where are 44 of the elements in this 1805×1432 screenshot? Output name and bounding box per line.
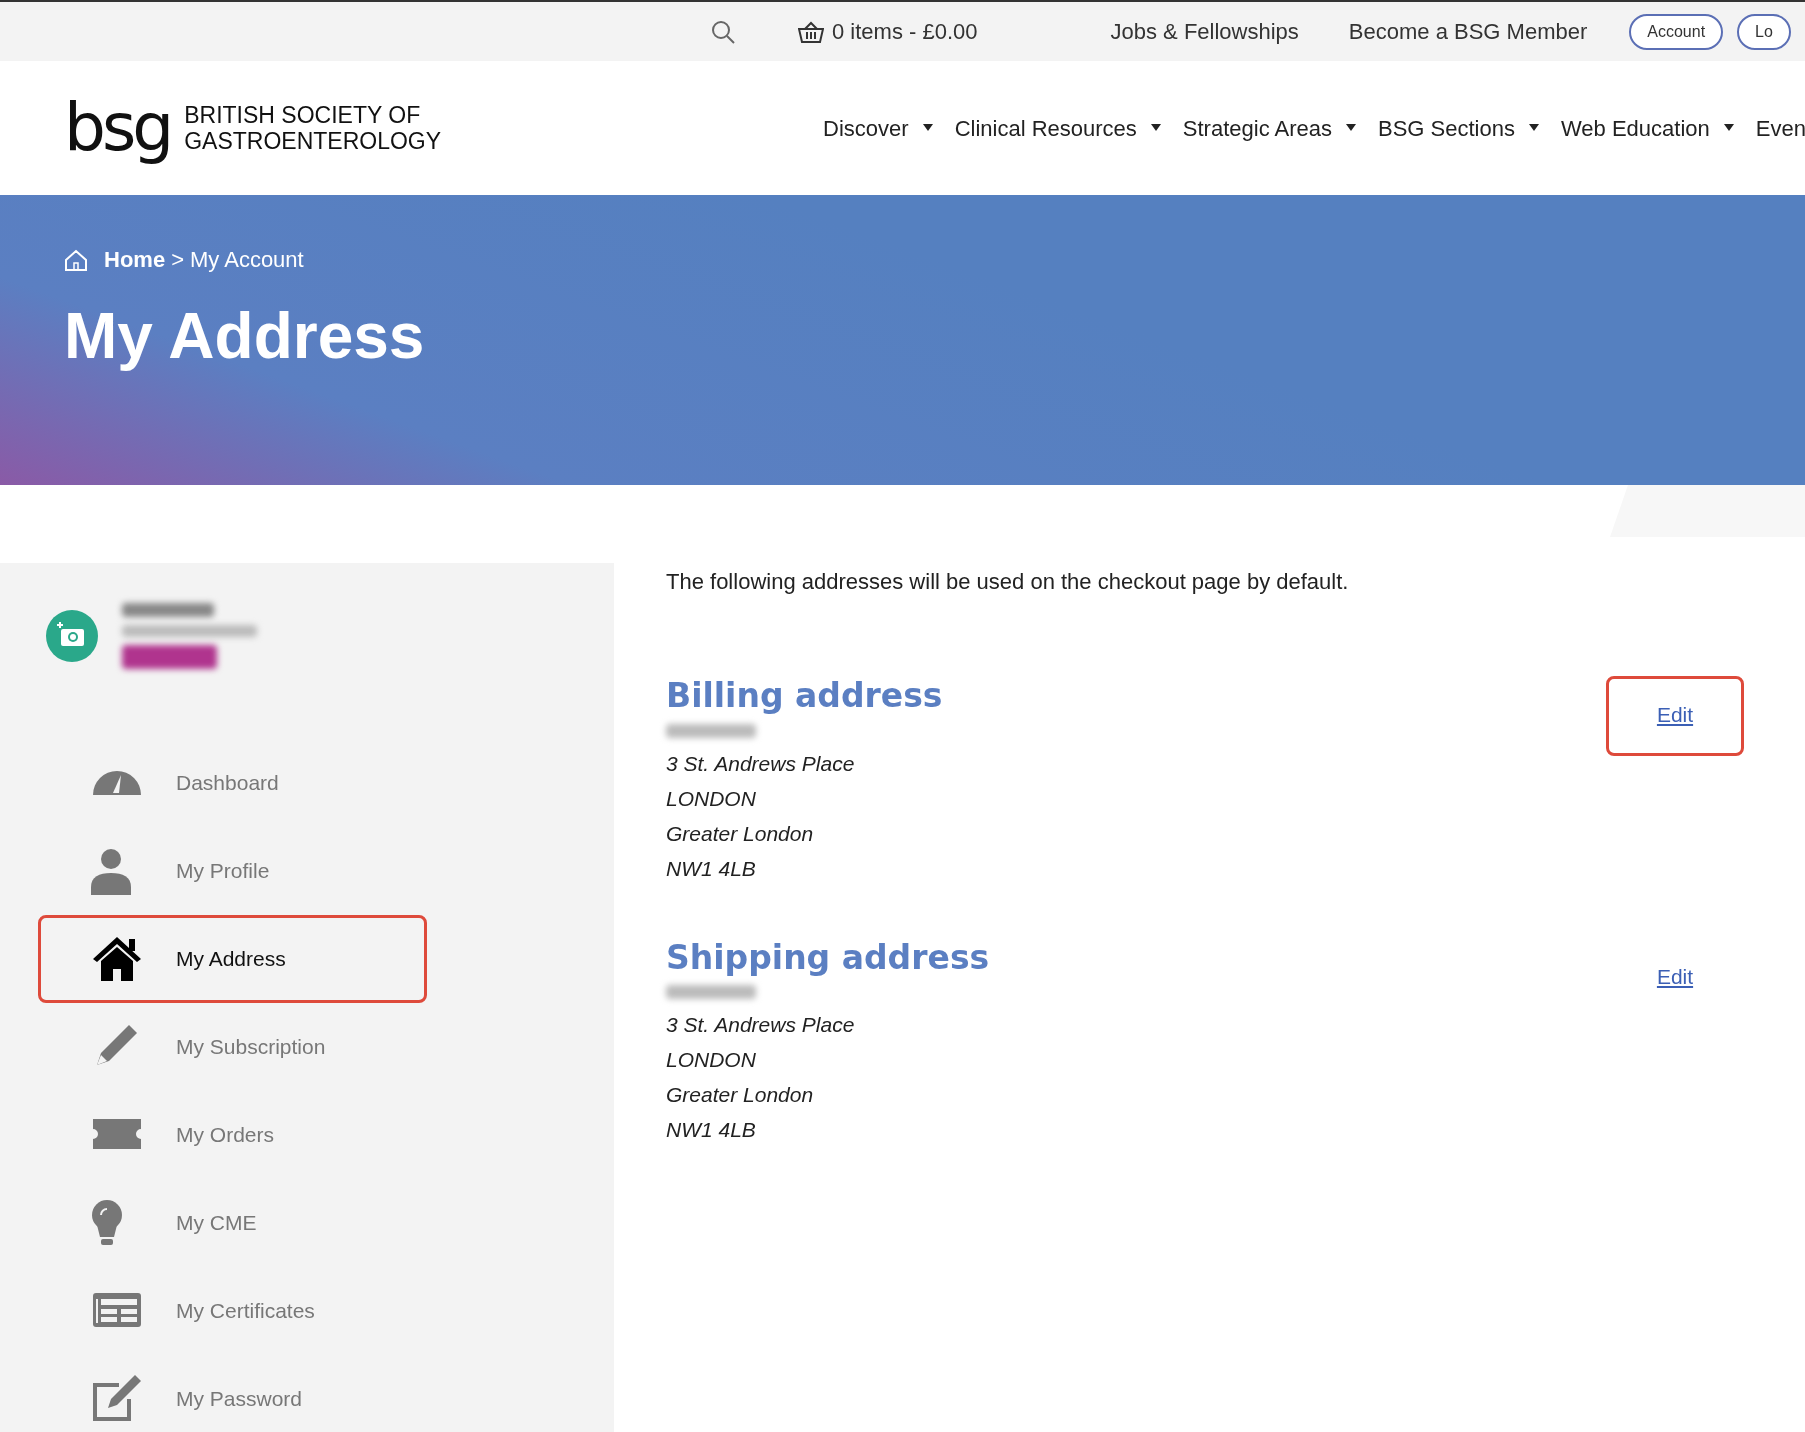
sidebar-item[interactable]: My CME	[38, 1179, 427, 1267]
logo-text: BRITISH SOCIETY OF	[184, 101, 422, 128]
address-line: Greater London	[666, 820, 815, 847]
nav-link[interactable]: Even	[1755, 111, 1805, 145]
cart-link[interactable]: 0 items - £0.00	[832, 15, 978, 48]
address-line: Greater London	[666, 1082, 815, 1109]
nav-link[interactable]: Clinical Resources	[954, 111, 1161, 145]
person-icon	[91, 847, 131, 895]
gauge-icon	[91, 770, 143, 796]
address-heading: Shipping address	[666, 937, 990, 978]
edit-link[interactable]: Edit	[1606, 937, 1744, 1018]
edit-link[interactable]: Edit	[1606, 676, 1744, 756]
intro-text: The following addresses will be used on the checkout page by default.	[666, 568, 1350, 596]
nav-link[interactable]: Web Education	[1560, 111, 1734, 145]
account-button[interactable]: Account	[1629, 13, 1724, 50]
sidebar-item[interactable]: My Orders	[38, 1091, 427, 1179]
top-link[interactable]: Jobs & Fellowships	[1110, 15, 1299, 48]
camera-add-icon	[46, 610, 98, 662]
home-icon	[64, 247, 88, 272]
login-button[interactable]: Lo	[1737, 13, 1791, 50]
address-line: NW1 4LB	[666, 1117, 757, 1144]
sidebar-item[interactable]: Dashboard	[38, 739, 427, 827]
nav-link[interactable]: Strategic Areas	[1182, 111, 1356, 145]
address-line: LONDON	[666, 785, 757, 812]
bulb-icon	[91, 1200, 123, 1246]
sidebar-item[interactable]: My Certificates	[38, 1267, 427, 1355]
search-icon	[710, 18, 736, 45]
basket-icon	[798, 20, 824, 43]
sidebar-item[interactable]: My Subscription	[38, 1003, 427, 1091]
breadcrumb-separator: >	[171, 246, 184, 274]
top-link[interactable]: Become a BSG Member	[1348, 15, 1588, 48]
sidebar-item[interactable]: My Profile	[38, 827, 427, 915]
sidebar-item[interactable]: My Password	[38, 1355, 427, 1432]
current-page-label: My Account	[190, 246, 304, 274]
address-heading: Billing address	[666, 676, 943, 716]
nav-link[interactable]: BSG Sections	[1378, 111, 1539, 145]
sidebar-item[interactable]: My Address	[38, 915, 427, 1003]
logo-text: GASTROENTEROLOGY	[184, 128, 442, 155]
address-line: LONDON	[666, 1047, 757, 1074]
address-line: 3 St. Andrews Place	[666, 750, 856, 777]
nav-link[interactable]: Discover	[823, 111, 933, 145]
breadcrumb-link[interactable]: Home	[104, 243, 166, 276]
address-line: NW1 4LB	[666, 855, 757, 882]
address-line: 3 St. Andrews Place	[666, 1012, 856, 1039]
